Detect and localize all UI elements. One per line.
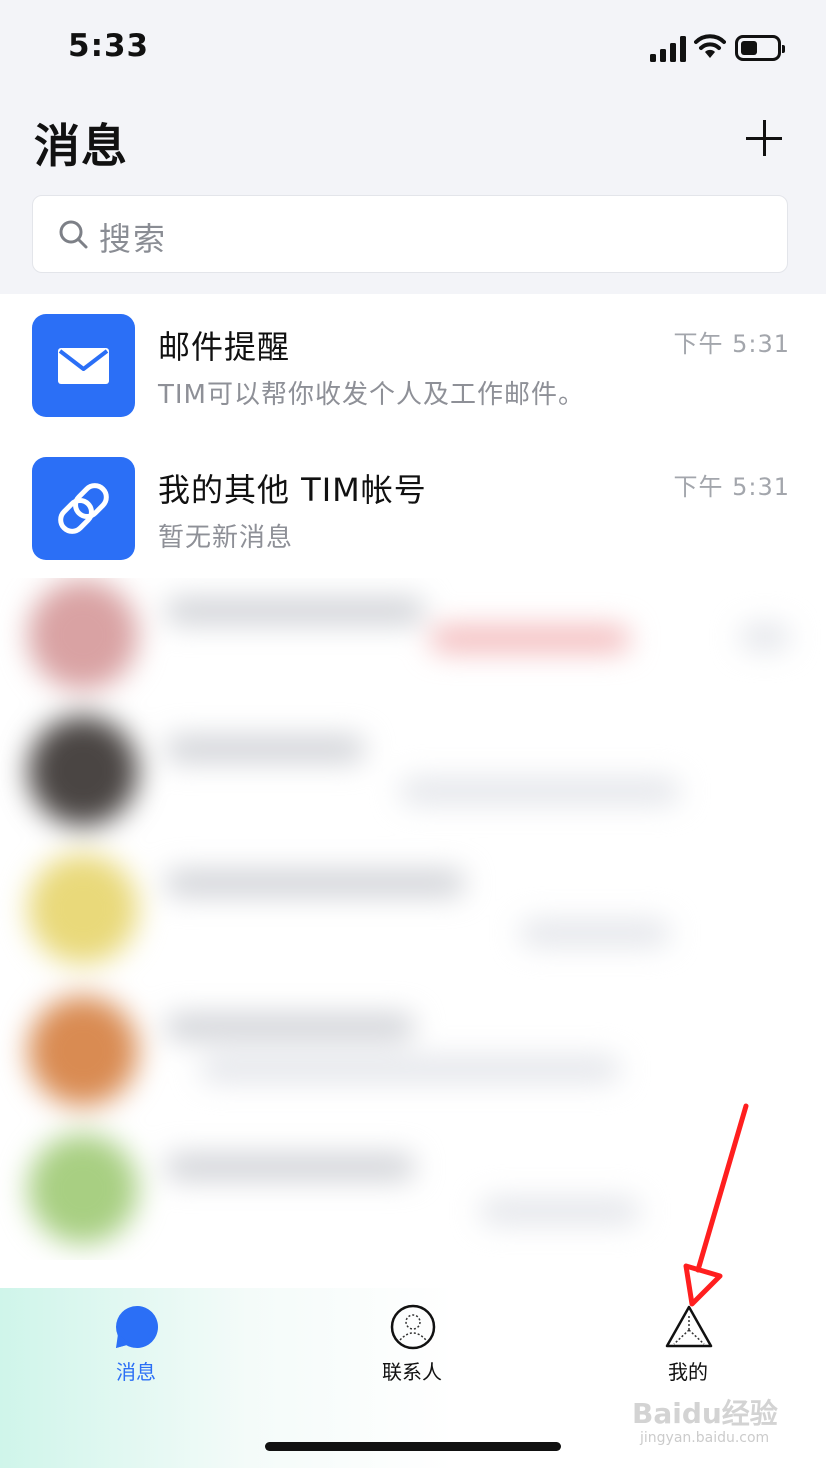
avatar bbox=[28, 996, 138, 1106]
search-input[interactable]: 搜索 bbox=[32, 195, 788, 273]
add-button[interactable] bbox=[740, 114, 790, 164]
watermark-url: jingyan.baidu.com bbox=[640, 1430, 770, 1446]
item-time: 下午 5:31 bbox=[673, 330, 790, 358]
tab-me[interactable]: 我的 bbox=[618, 1304, 758, 1404]
avatar bbox=[28, 854, 138, 964]
item-subtitle: 暂无新消息 bbox=[158, 523, 294, 553]
profile-triangle-icon bbox=[665, 1305, 713, 1348]
message-list: 邮件提醒 TIM可以帮你收发个人及工作邮件。 下午 5:31 我的其他 TIM帐… bbox=[0, 294, 826, 580]
item-subtitle: TIM可以帮你收发个人及工作邮件。 bbox=[158, 380, 585, 410]
blurred-text bbox=[165, 1154, 415, 1180]
blurred-text bbox=[400, 778, 680, 804]
search-placeholder: 搜索 bbox=[99, 220, 168, 258]
blurred-text bbox=[520, 920, 670, 946]
chat-bubble-icon bbox=[116, 1306, 158, 1348]
status-bar: 5:33 bbox=[0, 0, 826, 96]
blurred-text bbox=[430, 626, 630, 652]
avatar bbox=[28, 1134, 138, 1244]
blurred-conversation-list bbox=[0, 578, 826, 1260]
item-time: 下午 5:31 bbox=[673, 473, 790, 501]
home-indicator bbox=[265, 1442, 561, 1451]
blurred-text bbox=[165, 736, 365, 762]
link-icon bbox=[32, 457, 135, 560]
tab-messages[interactable]: 消息 bbox=[66, 1304, 206, 1404]
list-item-other-accounts[interactable]: 我的其他 TIM帐号 暂无新消息 下午 5:31 bbox=[0, 437, 826, 580]
item-title: 邮件提醒 bbox=[158, 328, 291, 366]
watermark-logo: Baidu经验 bbox=[632, 1397, 778, 1430]
blurred-text bbox=[740, 624, 790, 650]
search-icon bbox=[59, 220, 88, 249]
cellular-signal-icon bbox=[650, 36, 686, 62]
wifi-icon bbox=[694, 34, 726, 58]
blurred-text bbox=[200, 1056, 620, 1082]
mail-icon bbox=[32, 314, 135, 417]
status-time: 5:33 bbox=[68, 28, 150, 64]
blurred-text bbox=[165, 870, 465, 896]
list-item-mail-reminder[interactable]: 邮件提醒 TIM可以帮你收发个人及工作邮件。 下午 5:31 bbox=[0, 294, 826, 437]
blurred-text bbox=[165, 598, 425, 624]
blurred-text bbox=[165, 1014, 415, 1040]
tab-label: 我的 bbox=[668, 1360, 708, 1384]
tab-label: 联系人 bbox=[382, 1360, 442, 1384]
battery-icon bbox=[735, 35, 785, 61]
page-title: 消息 bbox=[34, 119, 128, 173]
tab-contacts[interactable]: 联系人 bbox=[342, 1304, 482, 1404]
contacts-icon bbox=[390, 1304, 436, 1350]
tab-label: 消息 bbox=[116, 1360, 156, 1384]
avatar bbox=[28, 580, 138, 690]
avatar bbox=[28, 716, 138, 826]
blurred-text bbox=[480, 1198, 640, 1224]
header: 消息 搜索 bbox=[0, 96, 826, 294]
item-title: 我的其他 TIM帐号 bbox=[158, 471, 427, 509]
